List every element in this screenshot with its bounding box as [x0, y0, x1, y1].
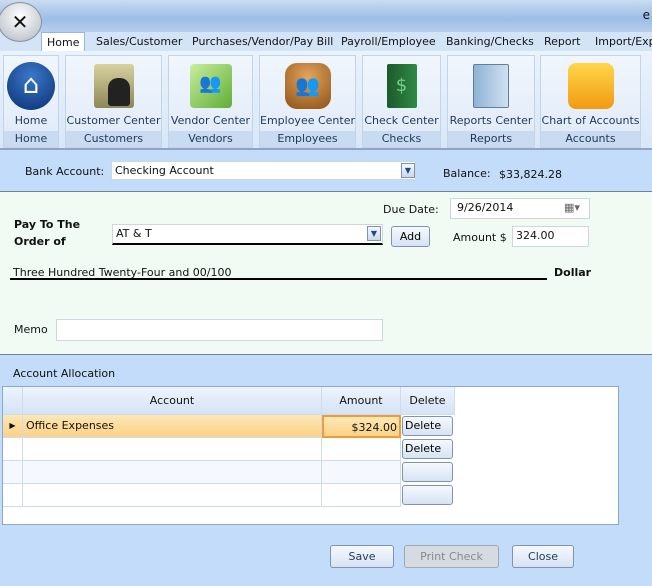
bank-account-value: Checking Account — [115, 164, 214, 177]
table-cell-amount[interactable] — [322, 438, 401, 461]
delete-row-button[interactable]: Delete — [402, 439, 453, 459]
ribbon-chart-of-accounts-button[interactable]: Chart of Accounts Accounts — [540, 55, 641, 148]
dollar-label: Dollar — [554, 266, 592, 279]
tab-import-export[interactable]: Import/Exp — [590, 32, 652, 51]
tab-report[interactable]: Report — [539, 32, 585, 51]
column-header-delete[interactable]: Delete — [401, 387, 455, 415]
tab-payroll[interactable]: Payroll/Employee — [336, 32, 441, 51]
column-header-account[interactable]: Account — [23, 387, 322, 415]
pay-to-label-1: Pay To The — [14, 218, 81, 231]
home-icon: ⌂ — [6, 62, 56, 110]
save-button[interactable]: Save — [330, 545, 394, 568]
table-cell-delete: Delete — [401, 438, 455, 461]
amount-input[interactable]: 324.00 — [512, 226, 589, 247]
chevron-down-icon[interactable]: ▼ — [367, 226, 381, 241]
row-selector[interactable] — [3, 438, 23, 461]
table-cell-delete: Delete — [401, 415, 455, 438]
ribbon-reports-center-button[interactable]: Reports Center Reports — [447, 55, 535, 148]
accounts-folder-icon — [566, 62, 616, 110]
table-cell-account[interactable] — [23, 484, 322, 507]
due-date-value: 9/26/2014 — [457, 201, 514, 214]
table-cell-amount[interactable]: $324.00 — [322, 415, 401, 438]
window-title: e — [642, 8, 650, 22]
balance-value: $33,824.28 — [499, 168, 562, 181]
delete-row-button[interactable] — [402, 462, 453, 482]
memo-label: Memo — [14, 323, 48, 336]
close-button[interactable]: Close — [512, 545, 574, 568]
payee-select[interactable]: AT & T — [112, 224, 383, 245]
delete-row-button[interactable]: Delete — [402, 416, 453, 436]
bank-account-label: Bank Account: — [25, 165, 105, 178]
row-selector[interactable] — [3, 461, 23, 484]
table-cell-account[interactable] — [23, 438, 322, 461]
delete-row-button[interactable] — [402, 485, 453, 505]
column-header-amount[interactable]: Amount — [322, 387, 401, 415]
table-cell-amount[interactable] — [322, 461, 401, 484]
amount-label: Amount $ — [453, 231, 507, 244]
tab-purchases[interactable]: Purchases/Vendor/Pay Bill — [187, 32, 338, 51]
table-cell-account[interactable] — [23, 461, 322, 484]
add-payee-button[interactable]: Add — [391, 226, 430, 247]
app-menu-button[interactable]: ✕ — [0, 2, 42, 42]
bank-account-select[interactable]: Checking Account — [111, 161, 416, 180]
row-selector-header — [3, 387, 23, 415]
print-check-button[interactable]: Print Check — [404, 545, 499, 568]
chevron-down-icon[interactable]: ▼ — [401, 163, 415, 178]
table-cell-delete — [401, 461, 455, 484]
ribbon-employee-center-button[interactable]: 👥 Employee Center Employees — [259, 55, 356, 148]
pay-to-label-2: Order of — [14, 235, 66, 248]
account-allocation-title: Account Allocation — [13, 367, 116, 380]
vendor-book-icon: 👥 — [186, 62, 236, 110]
check-section: Due Date: 9/26/2014 ▦▾ Pay To The Order … — [0, 192, 652, 355]
app-logo-icon: ✕ — [11, 10, 29, 34]
account-allocation-grid[interactable]: Account Amount Delete ▶ Office Expenses … — [2, 386, 619, 525]
ribbon: ⌂ Home Home Customer Center Customers 👥 Ve… — [0, 51, 652, 150]
memo-input[interactable] — [56, 319, 383, 341]
table-cell-delete — [401, 484, 455, 507]
amount-value: 324.00 — [516, 229, 555, 242]
amount-words-line — [10, 278, 547, 280]
row-selector[interactable]: ▶ — [3, 415, 23, 438]
reports-binder-icon — [466, 62, 516, 110]
ribbon-tabs: Home Sales/Customer Purchases/Vendor/Pay… — [0, 32, 652, 51]
ribbon-vendor-center-button[interactable]: 👥 Vendor Center Vendors — [168, 55, 253, 148]
tab-sales-customer[interactable]: Sales/Customer — [91, 32, 187, 51]
due-date-label: Due Date: — [383, 203, 439, 216]
row-selector[interactable] — [3, 484, 23, 507]
table-cell-amount[interactable] — [322, 484, 401, 507]
payee-value: AT & T — [116, 227, 152, 240]
balance-label: Balance: — [443, 167, 491, 180]
bank-account-section: Bank Account: Checking Account ▼ Balance… — [0, 152, 652, 192]
title-bar — [0, 0, 652, 32]
customer-folder-icon — [89, 62, 139, 110]
checkbook-icon: $ — [377, 62, 427, 110]
tab-banking[interactable]: Banking/Checks — [441, 32, 539, 51]
ribbon-check-center-button[interactable]: $ Check Center Checks — [362, 55, 441, 148]
tab-home[interactable]: Home — [41, 32, 86, 51]
employees-icon: 👥 — [283, 62, 333, 110]
table-cell-account[interactable]: Office Expenses — [23, 415, 322, 438]
ribbon-customer-center-button[interactable]: Customer Center Customers — [65, 55, 162, 148]
calendar-icon[interactable]: ▦▾ — [564, 201, 580, 214]
ribbon-home-button[interactable]: ⌂ Home Home — [3, 55, 59, 148]
